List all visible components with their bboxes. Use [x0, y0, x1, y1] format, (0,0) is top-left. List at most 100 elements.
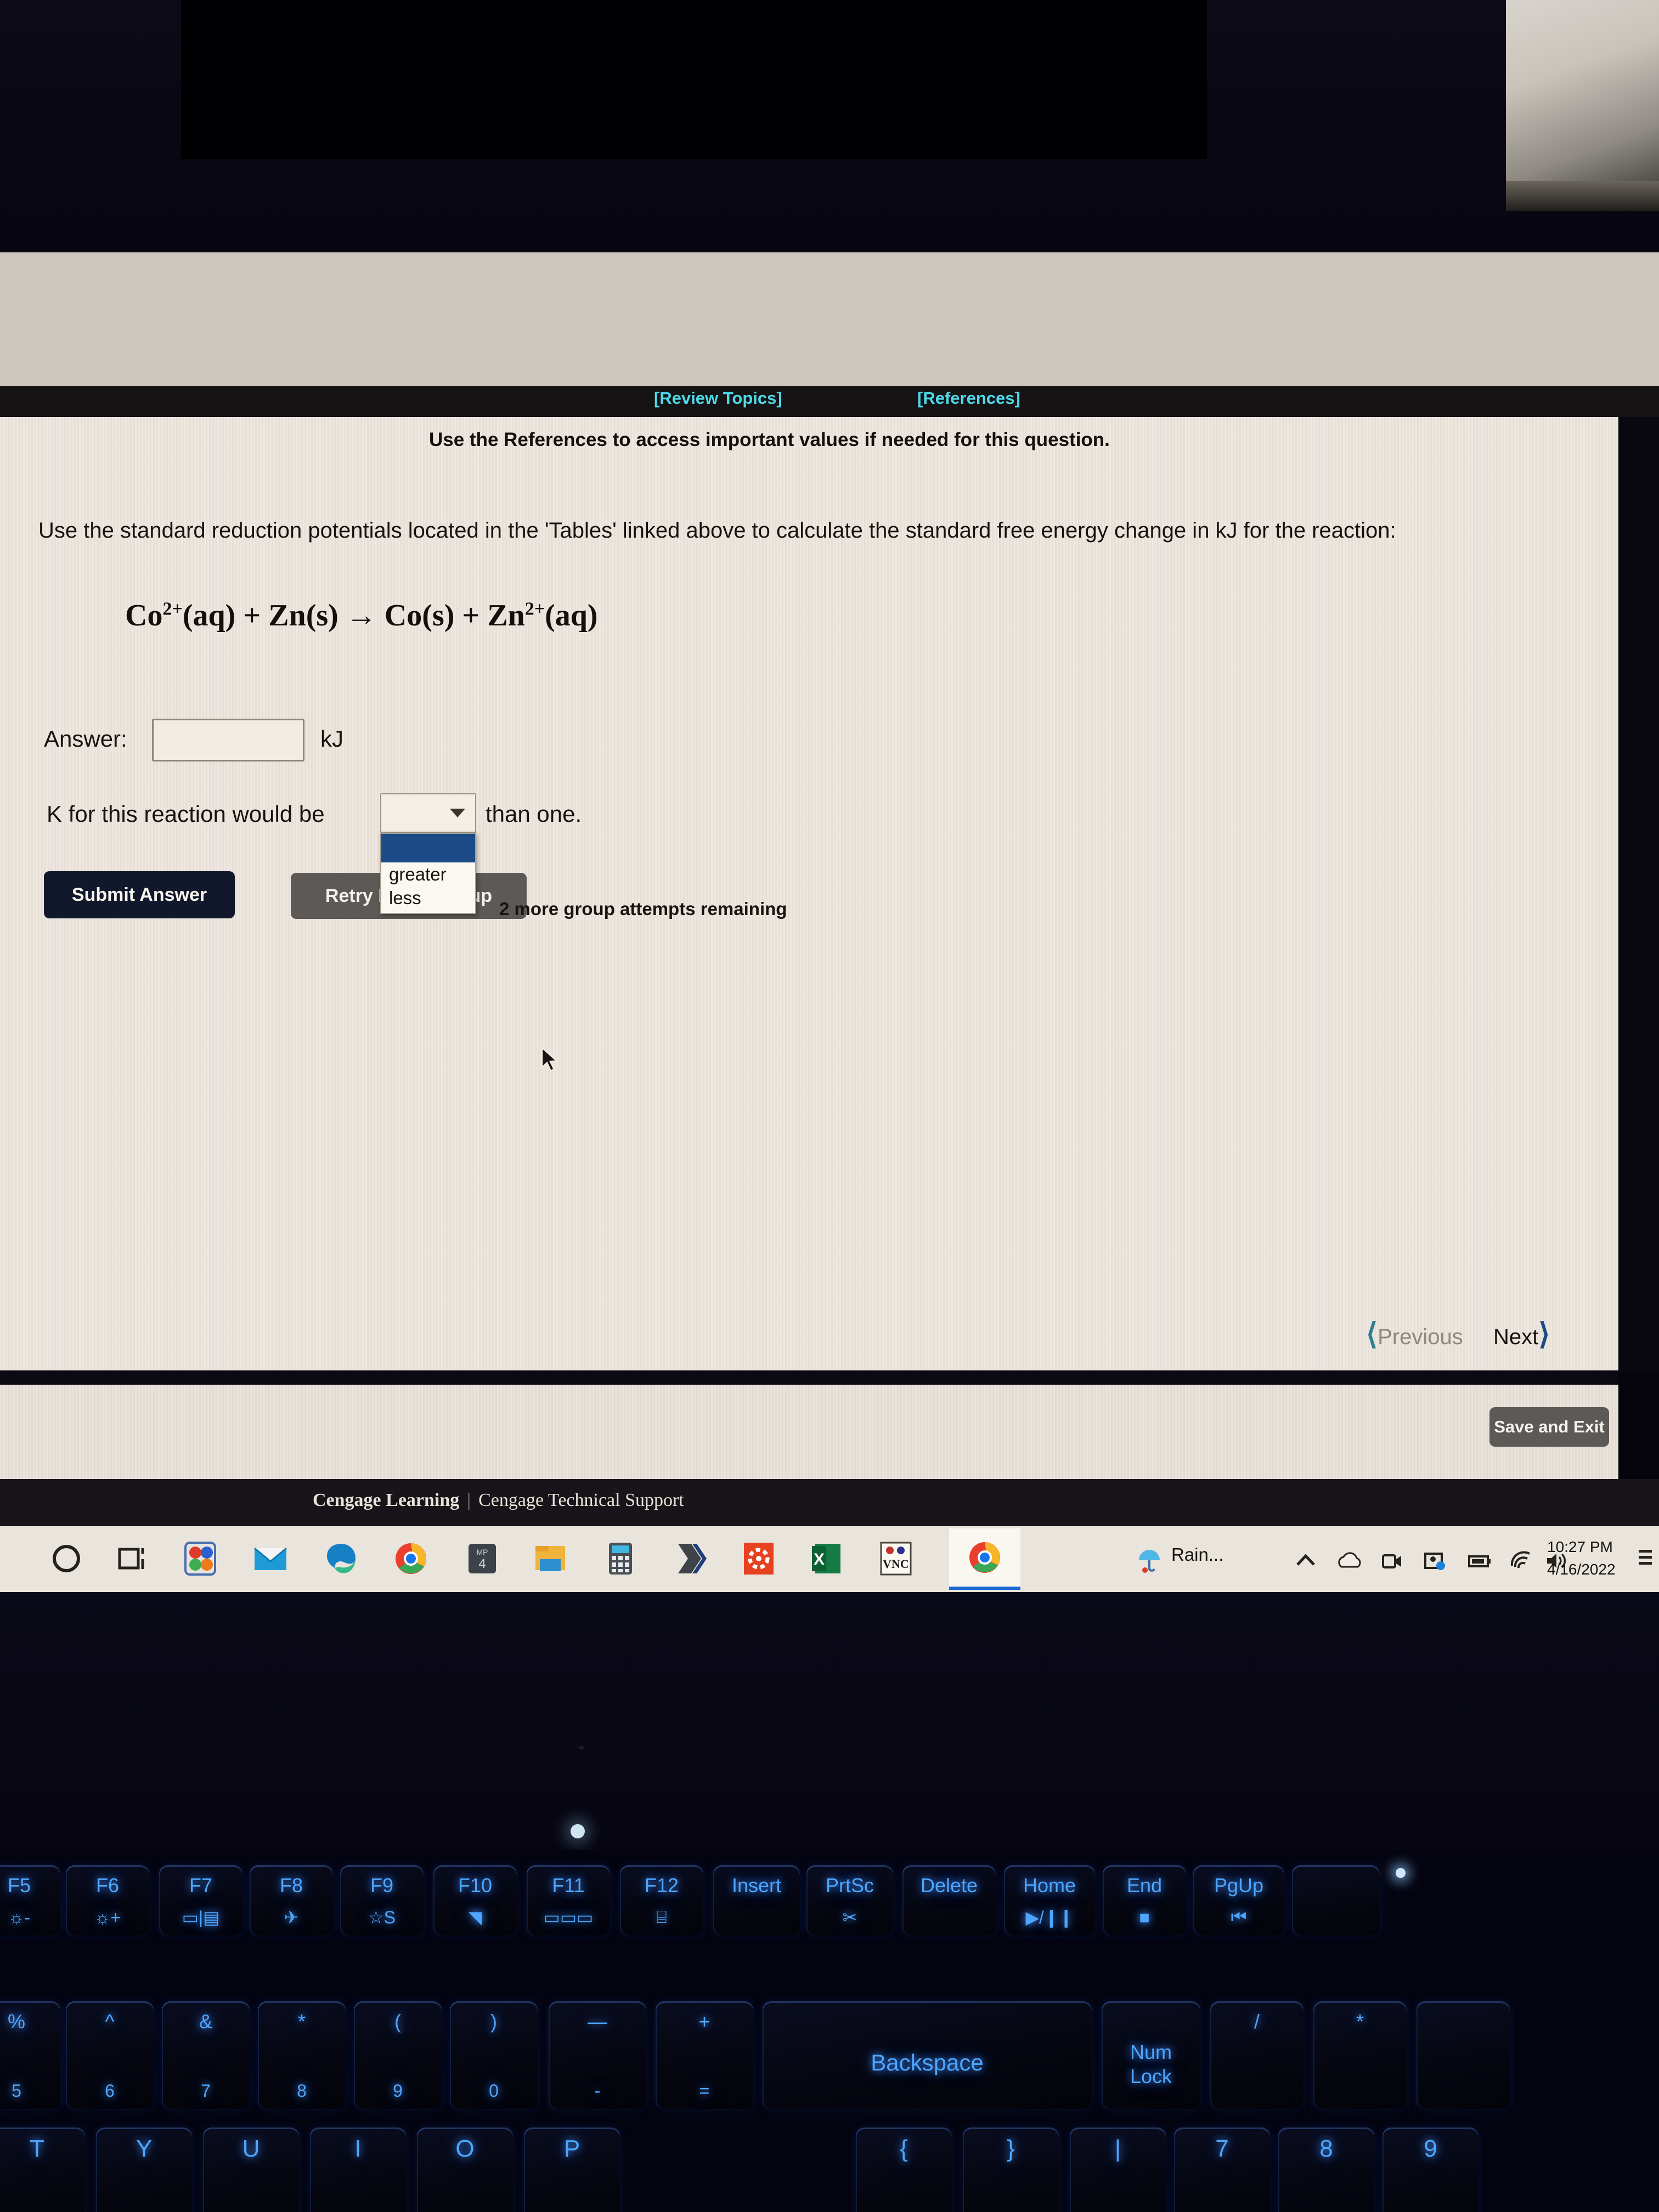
key-o[interactable]: O — [417, 2128, 513, 2212]
key-t[interactable]: T — [0, 2128, 85, 2212]
key-pgdn-partial[interactable] — [1292, 1865, 1380, 1936]
dropdown-option-greater[interactable]: greater — [381, 862, 475, 886]
key-label: P — [563, 2135, 580, 2162]
search-icon[interactable] — [48, 1541, 84, 1577]
key-sublabel: ◥ — [468, 1908, 482, 1927]
key-f5[interactable]: F5 ☼- — [0, 1865, 60, 1936]
key-pgup[interactable]: PgUp ⏮ — [1193, 1865, 1284, 1936]
next-button[interactable]: Next⟩ — [1493, 1317, 1550, 1351]
chevron-app-icon[interactable] — [673, 1541, 709, 1577]
key-f8[interactable]: F8 ✈ — [250, 1865, 333, 1936]
key-label: + — [698, 2010, 710, 2033]
cengage-learning-link[interactable]: Cengage Learning — [313, 1490, 459, 1510]
key-0[interactable]: ) 0 — [450, 2001, 538, 2109]
k-select-dropdown[interactable] — [380, 793, 476, 833]
key-insert[interactable]: Insert — [713, 1865, 800, 1936]
widgets-icon[interactable] — [182, 1541, 218, 1577]
key-u[interactable]: U — [203, 2128, 299, 2212]
key-equals[interactable]: + = — [656, 2001, 753, 2109]
key-label: Num — [1130, 2041, 1172, 2063]
key-minus[interactable]: — - — [549, 2001, 646, 2109]
show-hidden-icons-icon[interactable] — [1292, 1547, 1319, 1575]
webcam-icon[interactable] — [1378, 1547, 1406, 1575]
key-sublabel: ⌸ — [656, 1907, 667, 1927]
battery-icon[interactable] — [1466, 1547, 1493, 1575]
previous-button[interactable]: ⟨Previous — [1366, 1317, 1463, 1351]
calculator-icon[interactable] — [602, 1541, 639, 1577]
key-8[interactable]: * 8 — [258, 2001, 346, 2109]
body-speck — [579, 1746, 584, 1750]
answer-input[interactable] — [152, 719, 304, 761]
chrome-icon[interactable] — [393, 1541, 429, 1577]
attempts-remaining-text: 2 more group attempts remaining — [499, 899, 787, 919]
vnc-viewer-icon[interactable]: VNC — [878, 1541, 914, 1577]
weather-umbrella-icon[interactable] — [1136, 1547, 1163, 1575]
weather-label[interactable]: Rain... — [1171, 1544, 1223, 1565]
key-{[interactable]: { — [856, 2128, 952, 2212]
key-numpad-minus-partial[interactable] — [1417, 2001, 1510, 2109]
key-delete[interactable]: Delete — [902, 1865, 996, 1936]
key-f10[interactable]: F10 ◥ — [433, 1865, 517, 1936]
dropdown-option-blank[interactable] — [381, 834, 475, 862]
action-center-icon[interactable] — [1638, 1548, 1653, 1567]
mail-icon[interactable] — [252, 1541, 289, 1577]
file-explorer-icon[interactable] — [532, 1541, 568, 1577]
key-label: ( — [394, 2010, 401, 2033]
key-7[interactable]: & 7 — [162, 2001, 250, 2109]
key-9[interactable]: 9 — [1383, 2128, 1479, 2212]
save-and-exit-button[interactable]: Save and Exit — [1489, 1407, 1609, 1447]
laptop-photo-scene: ng and lea ✕ + /takeCovalentActivity.do?… — [0, 0, 1659, 2212]
key-9[interactable]: (9 — [354, 2001, 442, 2109]
key-num-lock[interactable]: Num Lock — [1102, 2001, 1200, 2109]
key-numpad-multiply[interactable]: * — [1313, 2001, 1407, 2109]
key-label: — — [588, 2010, 607, 2033]
references-link[interactable]: [References] — [917, 388, 1020, 408]
submit-answer-button[interactable]: Submit Answer — [44, 871, 235, 918]
people-icon[interactable] — [1421, 1547, 1448, 1575]
site-header-bar — [0, 386, 1659, 419]
num-lock-led-icon — [1396, 1868, 1406, 1878]
key-sublabel: 8 — [297, 2081, 307, 2101]
key-f12[interactable]: F12 ⌸ — [620, 1865, 703, 1936]
key-prtsc[interactable]: PrtSc ✂ — [806, 1865, 893, 1936]
key-}[interactable]: } — [963, 2128, 1059, 2212]
dropdown-option-less[interactable]: less — [381, 886, 475, 910]
taskbar-clock[interactable]: 10:27 PM 4/16/2022 — [1547, 1536, 1629, 1581]
edge-icon[interactable] — [323, 1541, 359, 1577]
key-label: / — [1254, 2010, 1260, 2033]
key-label: O — [455, 2135, 475, 2162]
key-f9[interactable]: F9 ☆S — [340, 1865, 424, 1936]
key-8[interactable]: 8 — [1278, 2128, 1374, 2212]
review-topics-link[interactable]: [Review Topics] — [654, 388, 782, 408]
onedrive-icon[interactable] — [1336, 1547, 1363, 1575]
key-numpad-divide[interactable]: / — [1210, 2001, 1304, 2109]
cengage-support-link[interactable]: Cengage Technical Support — [478, 1490, 684, 1510]
footer-separator: | — [467, 1490, 471, 1510]
key-|[interactable]: | — [1070, 2128, 1166, 2212]
chemical-equation: Co2+(aq) + Zn(s) → Co(s) + Zn2+(aq) — [125, 598, 598, 633]
key-backspace[interactable]: Backspace — [763, 2001, 1092, 2109]
key-home[interactable]: Home ▶/❙❙ — [1004, 1865, 1095, 1936]
media-player-icon[interactable]: MP 4 — [464, 1541, 500, 1577]
key-7[interactable]: 7 — [1174, 2128, 1270, 2212]
key-end[interactable]: End ■ — [1103, 1865, 1186, 1936]
red-app-icon[interactable] — [741, 1541, 777, 1577]
k-select-options-menu[interactable]: greater less — [380, 833, 476, 914]
key-6[interactable]: ^ 6 — [66, 2001, 154, 2109]
chrome-active-taskbar-item[interactable] — [949, 1528, 1020, 1590]
chevron-left-icon: ⟨ — [1366, 1318, 1378, 1351]
svg-text:X: X — [814, 1550, 825, 1568]
key-p[interactable]: P — [524, 2128, 620, 2212]
key-f6[interactable]: F6 ☼+ — [66, 1865, 149, 1936]
key-y[interactable]: Y — [96, 2128, 192, 2212]
key-i[interactable]: I — [310, 2128, 406, 2212]
excel-icon[interactable]: X — [809, 1541, 845, 1577]
wifi-icon[interactable] — [1508, 1547, 1535, 1575]
key-f7[interactable]: F7 ▭|▤ — [159, 1865, 242, 1936]
key-f11[interactable]: F11 ▭▭▭ — [527, 1865, 610, 1936]
key-5[interactable]: % 5 — [0, 2001, 60, 2109]
page-divider — [0, 1370, 1618, 1385]
key-label: F6 — [95, 1874, 119, 1897]
task-view-icon[interactable] — [114, 1541, 150, 1577]
references-instruction: Use the References to access important v… — [429, 429, 1110, 450]
